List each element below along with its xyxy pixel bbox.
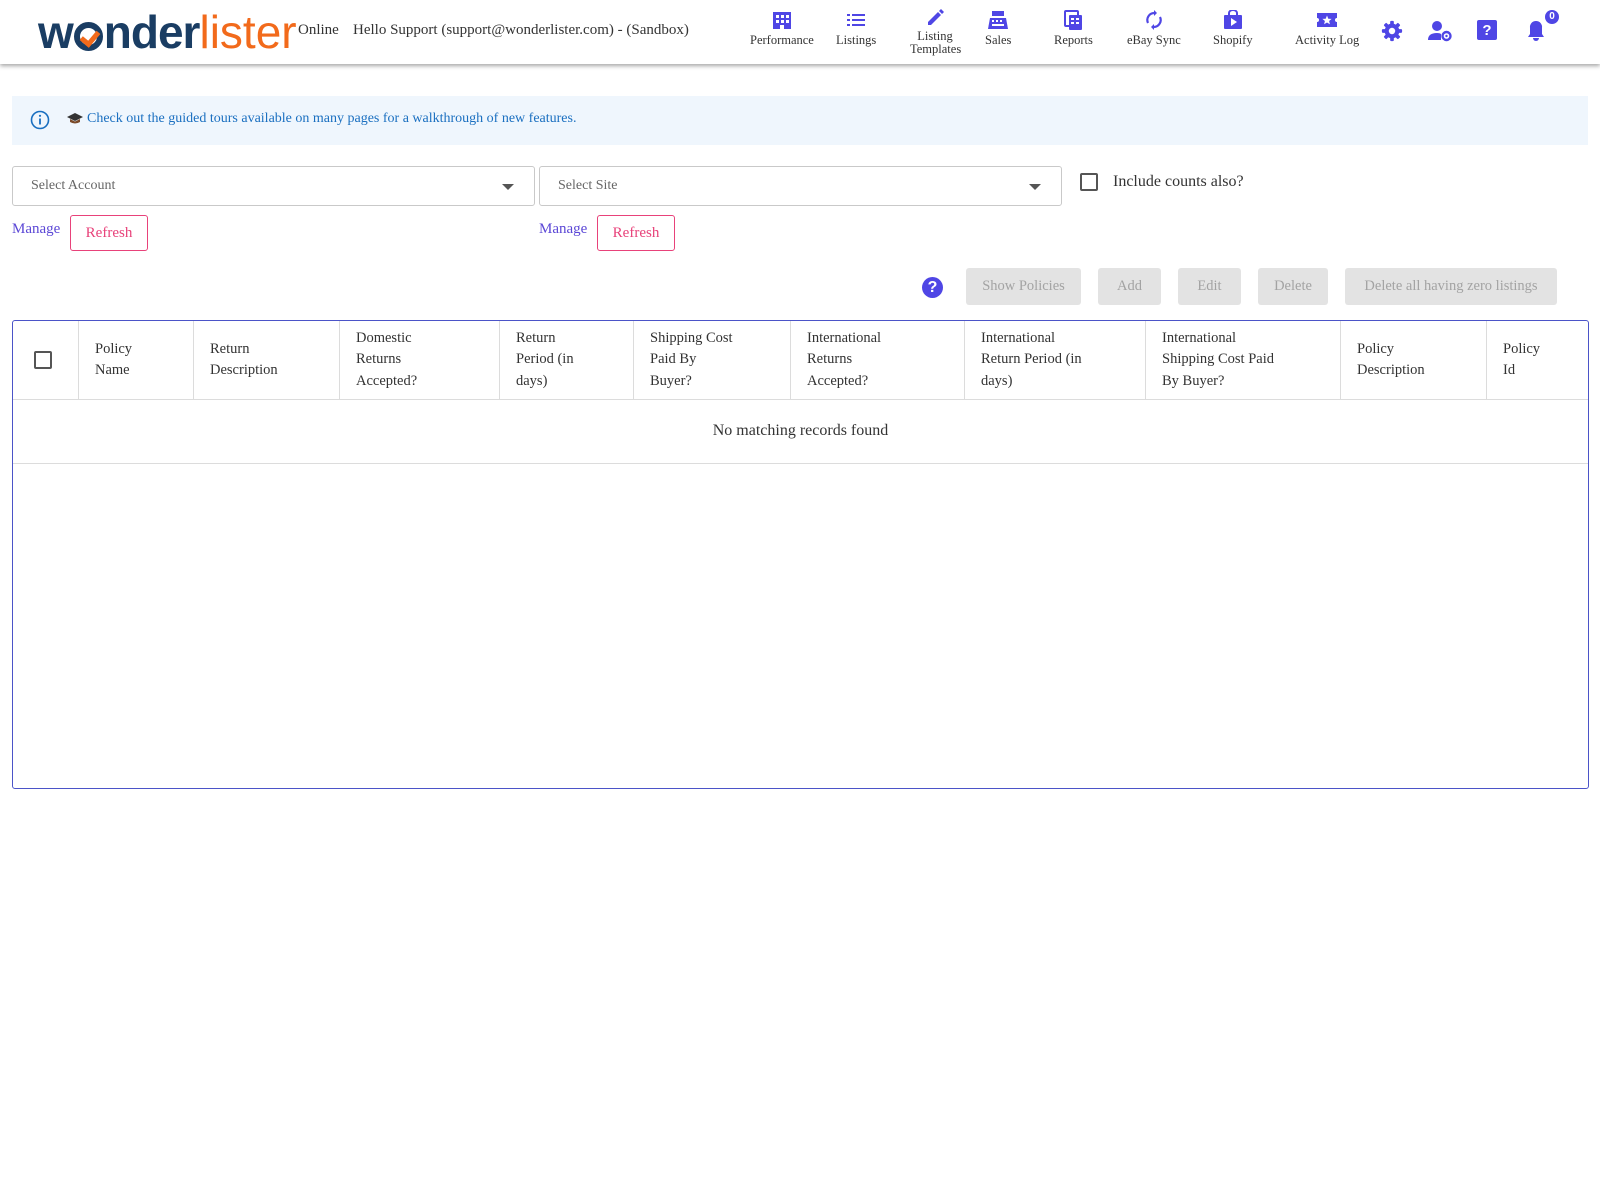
reports-icon <box>1064 10 1083 30</box>
nav-reports[interactable]: Reports <box>1054 10 1093 47</box>
register-icon <box>988 11 1009 29</box>
delete-policy-button[interactable]: Delete <box>1258 268 1328 305</box>
nav-listings[interactable]: Listings <box>836 10 876 47</box>
logo-text-w: w <box>38 6 74 58</box>
policies-help-button[interactable]: ? <box>922 277 943 298</box>
guided-tours-banner: Check out the guided tours available on … <box>12 96 1588 145</box>
top-header: w nderlister Online Hello Support (suppor… <box>0 0 1600 64</box>
delete-zero-listings-button[interactable]: Delete all having zero listings <box>1345 268 1557 305</box>
logo-text-lister: lister <box>199 6 297 58</box>
column-header-international-shipping-cost-paid-by-buyer[interactable]: International Shipping Cost Paid By Buyer? <box>1145 321 1340 399</box>
column-header-international-return-period[interactable]: International Return Period (in days) <box>964 321 1145 399</box>
building-icon <box>772 12 791 29</box>
no-records-message: No matching records found <box>13 399 1588 464</box>
show-policies-button[interactable]: Show Policies <box>966 268 1081 305</box>
nav-ebay-sync-label: eBay Sync <box>1127 33 1181 47</box>
chevron-down-icon <box>1029 184 1041 190</box>
graduation-cap-icon <box>67 113 83 124</box>
nav-listing-templates[interactable]: Listing Templates <box>910 6 962 56</box>
select-site-dropdown[interactable]: Select Site <box>539 166 1062 206</box>
select-account-placeholder: Select Account <box>31 178 116 193</box>
select-account-dropdown[interactable]: Select Account <box>12 166 535 206</box>
add-policy-button[interactable]: Add <box>1098 268 1161 305</box>
pencil-icon <box>928 9 944 25</box>
include-counts-checkbox[interactable] <box>1080 173 1098 191</box>
column-header-policy-description[interactable]: Policy Description <box>1340 321 1486 399</box>
logo-text-nder: nder <box>103 6 201 58</box>
nav-performance[interactable]: Performance <box>750 10 814 47</box>
nav-reports-label: Reports <box>1054 33 1093 47</box>
nav-performance-label: Performance <box>750 33 814 47</box>
chevron-down-icon <box>502 184 514 190</box>
manage-accounts-link[interactable]: Manage <box>12 221 60 238</box>
nav-activity-log-label: Activity Log <box>1295 33 1360 47</box>
nav-shopify-label: Shopify <box>1213 33 1253 47</box>
column-header-international-returns-accepted[interactable]: International Returns Accepted? <box>790 321 964 399</box>
column-header-shipping-cost-paid-by-buyer[interactable]: Shipping Cost Paid By Buyer? <box>633 321 790 399</box>
nav-listings-label: Listings <box>836 33 877 47</box>
svg-text:?: ? <box>1482 22 1491 39</box>
notification-count-badge: 0 <box>1545 10 1559 24</box>
column-header-return-description[interactable]: Return Description <box>193 321 339 399</box>
refresh-accounts-button[interactable]: Refresh <box>70 215 148 251</box>
nav-ebay-sync[interactable]: eBay Sync <box>1127 10 1181 47</box>
user-greeting: Hello Support (support@wonderlister.com)… <box>353 22 689 38</box>
nav-shopify[interactable]: Shopify <box>1213 10 1253 47</box>
online-status: Online <box>298 22 339 38</box>
column-header-policy-name[interactable]: Policy Name <box>78 321 193 399</box>
manage-sites-link[interactable]: Manage <box>539 221 587 238</box>
nav-activity-log[interactable]: Activity Log <box>1295 10 1359 47</box>
info-icon <box>30 110 50 130</box>
list-icon <box>847 14 866 26</box>
nav-listing-templates-label: Listing Templates <box>910 29 962 56</box>
user-settings-icon[interactable] <box>1428 20 1452 42</box>
help-question-icon[interactable]: ? <box>1477 20 1497 40</box>
sync-icon <box>1146 10 1162 30</box>
logo-check-o-icon <box>73 22 103 51</box>
notification-bell-icon[interactable] <box>1526 20 1546 42</box>
settings-gear-icon[interactable] <box>1381 20 1403 42</box>
column-header-policy-id[interactable]: Policy Id <box>1486 321 1588 399</box>
include-counts-label: Include counts also? <box>1113 173 1244 190</box>
table-header-row: Policy Name Return Description Domestic Ret… <box>13 321 1588 400</box>
nav-sales-label: Sales <box>985 33 1012 47</box>
column-header-return-period[interactable]: Return Period (in days) <box>499 321 633 399</box>
return-policies-table: Policy Name Return Description Domestic Ret… <box>12 320 1589 789</box>
nav-sales[interactable]: Sales <box>985 10 1011 47</box>
refresh-sites-button[interactable]: Refresh <box>597 215 675 251</box>
select-site-placeholder: Select Site <box>558 178 618 193</box>
ticket-star-icon <box>1317 13 1338 27</box>
shopify-bag-icon <box>1223 10 1242 29</box>
edit-policy-button[interactable]: Edit <box>1178 268 1241 305</box>
column-header-domestic-returns-accepted[interactable]: Domestic Returns Accepted? <box>339 321 499 399</box>
wonderlister-logo[interactable]: w nderlister <box>38 4 297 60</box>
banner-text: Check out the guided tours available on … <box>87 111 577 126</box>
select-all-checkbox[interactable] <box>34 351 52 369</box>
